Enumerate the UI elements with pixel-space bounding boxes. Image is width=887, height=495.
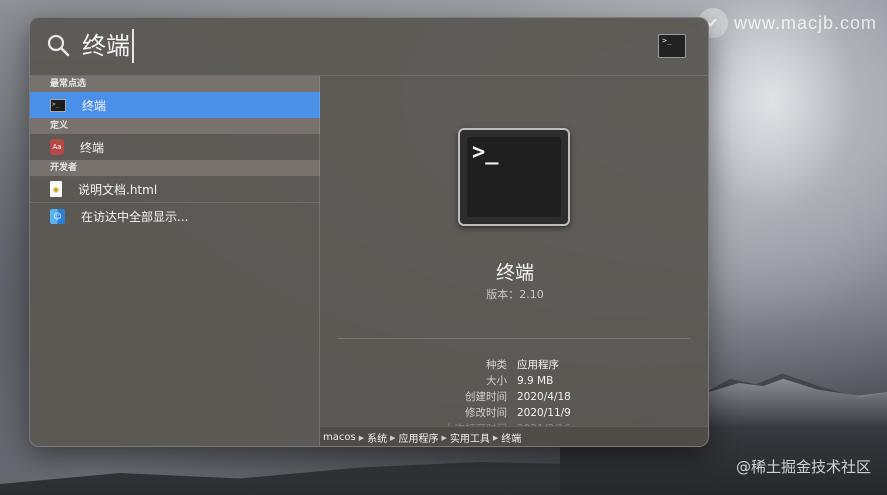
dictionary-icon: Aa [50, 139, 64, 155]
watermark-bottom: @稀土掘金技术社区 [735, 458, 871, 476]
background-hills [0, 462, 600, 495]
spotlight-window: 终端 >_ 最常点选 >_ 终端 定义 Aa 终端 开发者 ◆ 说明文档.htm… [29, 17, 709, 447]
metadata-key: 大小 [486, 375, 507, 387]
path-segment[interactable]: 应用程序 [398, 430, 438, 445]
preview-pane: >_ 终端 版本：2.10 种类 应用程序 大小 9.9 MB 创建时间 202… [320, 76, 708, 446]
search-icon [47, 34, 70, 57]
result-item-html-document[interactable]: ◆ 说明文档.html [30, 176, 320, 202]
terminal-prompt: >_ [472, 140, 499, 165]
section-header: 最常点选 [30, 76, 320, 92]
result-label: 终端 [82, 98, 107, 113]
path-segment[interactable]: 系统 [367, 430, 387, 445]
section-header: 开发者 [30, 160, 320, 176]
divider [338, 338, 690, 339]
app-version: 版本：2.10 [486, 288, 544, 301]
result-label: 说明文档.html [78, 182, 158, 197]
path-segment[interactable]: macos [323, 432, 356, 443]
metadata-value: 应用程序 [517, 359, 559, 371]
metadata-row-modified: 修改时间 2020/11/9 [320, 405, 708, 421]
metadata-key: 种类 [486, 359, 507, 371]
show-all-in-finder[interactable]: ☺ 在访达中全部显示... [30, 203, 320, 229]
metadata-key: 创建时间 [465, 391, 507, 403]
metadata-row-size: 大小 9.9 MB [320, 373, 708, 389]
metadata-value: 2020/11/9 [517, 407, 571, 419]
metadata-value: 2020/4/18 [517, 391, 571, 403]
result-label: 在访达中全部显示... [81, 209, 189, 224]
terminal-app-icon: >_ [458, 128, 570, 226]
chevron-right-icon: ▶ [492, 433, 499, 442]
finder-icon: ☺ [50, 208, 65, 224]
watermark-top-text: www.macjb.com [733, 12, 877, 33]
html-document-icon: ◆ [50, 181, 62, 197]
watermark-top: ✔ www.macjb.com [697, 8, 877, 38]
path-segment[interactable]: 终端 [501, 430, 521, 445]
terminal-icon: >_ [658, 34, 686, 58]
path-segment[interactable]: 实用工具 [450, 430, 490, 445]
path-bar: macos ▶ 系统 ▶ 应用程序 ▶ 实用工具 ▶ 终端 [320, 426, 708, 446]
metadata-row-kind: 种类 应用程序 [320, 357, 708, 373]
metadata-value: 9.9 MB [517, 375, 554, 387]
results-list: 最常点选 >_ 终端 定义 Aa 终端 开发者 ◆ 说明文档.html ☺ 在访… [30, 76, 320, 446]
search-bar: 终端 >_ [30, 18, 708, 75]
chevron-right-icon: ▶ [390, 433, 396, 442]
search-input[interactable]: 终端 [82, 29, 134, 63]
chevron-right-icon: ▶ [441, 433, 447, 442]
metadata-list: 种类 应用程序 大小 9.9 MB 创建时间 2020/4/18 修改时间 20… [320, 357, 708, 437]
result-item-terminal-definition[interactable]: Aa 终端 [30, 134, 320, 160]
result-item-terminal-top-hit[interactable]: >_ 终端 [30, 92, 320, 118]
metadata-key: 修改时间 [465, 407, 507, 419]
app-name: 终端 [495, 262, 534, 284]
section-header: 定义 [30, 118, 320, 134]
result-label: 终端 [80, 140, 105, 155]
chevron-right-icon: ▶ [358, 433, 365, 442]
metadata-row-created: 创建时间 2020/4/18 [320, 389, 708, 405]
terminal-icon: >_ [50, 98, 66, 112]
